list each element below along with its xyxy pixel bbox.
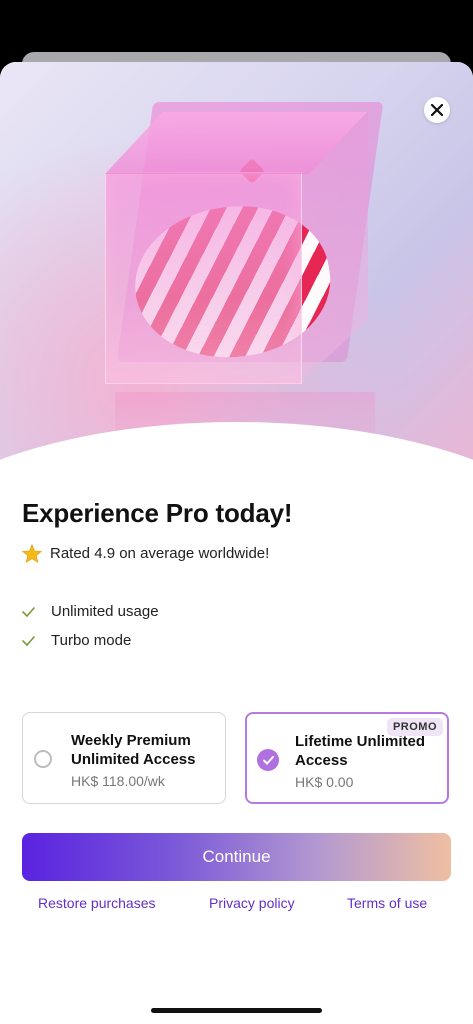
feature-item: Turbo mode — [22, 626, 159, 655]
plan-options: Weekly Premium Unlimited Access HK$ 118.… — [22, 712, 451, 806]
cube-front-face — [105, 172, 302, 384]
checkmark-icon — [22, 635, 36, 646]
hero-curve — [0, 422, 473, 722]
rating-text: Rated 4.9 on average worldwide! — [50, 545, 270, 562]
radio-unselected[interactable] — [34, 750, 52, 768]
promo-badge: PROMO — [386, 718, 443, 736]
cube-artwork — [95, 92, 385, 462]
feature-item: Unlimited usage — [22, 597, 159, 626]
footer-links: Restore purchases Privacy policy Terms o… — [22, 895, 451, 915]
home-indicator[interactable] — [151, 1008, 322, 1013]
plan-weekly[interactable]: Weekly Premium Unlimited Access HK$ 118.… — [22, 712, 226, 804]
page-title: Experience Pro today! — [22, 498, 293, 528]
plan-lifetime[interactable]: Lifetime Unlimited Access HK$ 0.00 PROMO — [245, 712, 449, 804]
terms-of-use-link[interactable]: Terms of use — [347, 895, 427, 911]
hero-illustration — [0, 62, 473, 462]
plan-price: HK$ 0.00 — [295, 774, 354, 790]
feature-label: Unlimited usage — [51, 603, 159, 620]
continue-button[interactable]: Continue — [22, 833, 451, 881]
checkmark-icon — [22, 606, 36, 617]
star-icon — [22, 544, 42, 563]
plan-name: Weekly Premium Unlimited Access — [71, 732, 196, 768]
close-icon — [431, 104, 443, 116]
paywall-sheet: Experience Pro today! Rated 4.9 on avera… — [0, 62, 473, 1024]
feature-label: Turbo mode — [51, 632, 132, 649]
plan-name: Lifetime Unlimited Access — [295, 733, 426, 769]
check-circle-icon[interactable] — [257, 749, 279, 771]
privacy-policy-link[interactable]: Privacy policy — [209, 895, 295, 911]
close-button[interactable] — [424, 97, 450, 123]
plan-price: HK$ 118.00/wk — [71, 773, 165, 789]
restore-purchases-link[interactable]: Restore purchases — [38, 895, 156, 911]
feature-list: Unlimited usage Turbo mode — [22, 597, 159, 655]
rating-row: Rated 4.9 on average worldwide! — [22, 544, 269, 563]
